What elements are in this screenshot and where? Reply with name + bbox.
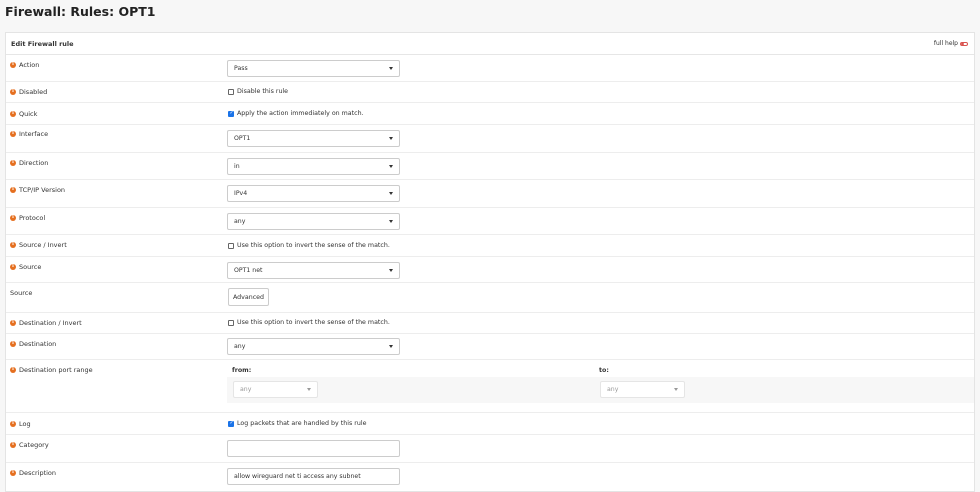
category-input[interactable] — [227, 440, 400, 457]
category-label: i Category — [10, 441, 49, 449]
info-icon[interactable]: i — [10, 215, 16, 221]
row-action: i Action Pass — [6, 55, 974, 82]
quick-label: i Quick — [10, 110, 37, 118]
destination-invert-label: i Destination / Invert — [10, 319, 82, 327]
full-help-toggle[interactable]: full help — [934, 40, 968, 47]
chevron-down-icon — [389, 165, 393, 168]
info-icon[interactable]: i — [10, 89, 16, 95]
row-direction: i Direction in — [6, 153, 974, 180]
row-quick: iQuick Apply the action immediately on m… — [6, 103, 974, 125]
chevron-down-icon — [389, 137, 393, 140]
full-help-label: full help — [933, 40, 958, 47]
panel-title: Edit Firewall rule — [11, 39, 74, 48]
destination-select[interactable]: any — [227, 338, 400, 355]
quick-checkbox[interactable]: Apply the action immediately on match. — [228, 110, 364, 117]
row-interface: i Interface OPT1 — [6, 125, 974, 153]
chevron-down-icon — [389, 345, 393, 348]
row-source-advanced: Source Advanced — [6, 283, 974, 313]
tcpip-select[interactable]: IPv4 — [227, 185, 400, 202]
tcpip-label: i TCP/IP Version — [10, 186, 65, 194]
protocol-label: i Protocol — [10, 214, 45, 222]
chevron-down-icon — [307, 388, 311, 391]
info-icon[interactable]: i — [10, 442, 16, 448]
info-icon[interactable]: i — [10, 242, 16, 248]
checkbox-unchecked[interactable] — [228, 319, 234, 326]
action-label: i Action — [10, 61, 39, 69]
checkbox-unchecked[interactable] — [228, 88, 234, 95]
row-tcpip-version: i TCP/IP Version IPv4 — [6, 180, 974, 208]
port-to-label: to: — [599, 367, 609, 374]
source-invert-checkbox[interactable]: Use this option to invert the sense of t… — [228, 242, 390, 249]
info-icon[interactable]: i — [10, 421, 16, 427]
disabled-checkbox[interactable]: Disable this rule — [228, 88, 288, 95]
info-icon[interactable]: i — [10, 367, 16, 373]
direction-label: i Direction — [10, 159, 48, 167]
toggle-off-icon[interactable] — [960, 41, 968, 46]
chevron-down-icon — [674, 388, 678, 391]
checkbox-unchecked[interactable] — [228, 242, 234, 249]
checkbox-checked[interactable] — [228, 420, 234, 427]
info-icon[interactable]: i — [10, 470, 16, 476]
row-destination-port-range: i Destination port range from: to: any an… — [6, 360, 974, 413]
interface-label: i Interface — [10, 130, 48, 138]
chevron-down-icon — [389, 192, 393, 195]
direction-select[interactable]: in — [227, 158, 400, 175]
source-advanced-label: Source — [10, 289, 33, 297]
info-icon[interactable]: i — [10, 341, 16, 347]
info-icon[interactable]: i — [10, 111, 16, 117]
info-icon[interactable]: i — [10, 320, 16, 326]
row-destination: i Destination any — [6, 334, 974, 360]
source-select[interactable]: OPT1 net — [227, 262, 400, 279]
source-label: i Source — [10, 263, 41, 271]
advanced-button[interactable]: Advanced — [228, 288, 269, 306]
info-icon[interactable]: i — [10, 131, 16, 137]
page-title: Firewall: Rules: OPT1 — [5, 4, 156, 19]
row-protocol: i Protocol any — [6, 208, 974, 235]
chevron-down-icon — [389, 269, 393, 272]
log-checkbox[interactable]: Log packets that are handled by this rul… — [228, 420, 366, 427]
disabled-label: i Disabled — [10, 88, 47, 96]
description-input[interactable]: allow wireguard net ti access any subnet — [227, 468, 400, 485]
row-disabled: i Disabled Disable this rule — [6, 82, 974, 103]
edit-rule-panel: Edit Firewall rule full help i Action Pas… — [5, 32, 975, 492]
row-destination-invert: i Destination / Invert Use this option to… — [6, 313, 974, 334]
port-to-select[interactable]: any — [600, 381, 685, 398]
row-log: iLog Log packets that are handled by thi… — [6, 413, 974, 435]
description-label: i Description — [10, 469, 56, 477]
info-icon[interactable]: i — [10, 264, 16, 270]
port-from-select[interactable]: any — [233, 381, 318, 398]
row-description: i Description allow wireguard net ti acce… — [6, 463, 974, 491]
chevron-down-icon — [389, 220, 393, 223]
source-invert-label: i Source / Invert — [10, 241, 67, 249]
panel-header: Edit Firewall rule full help — [6, 33, 974, 55]
interface-select[interactable]: OPT1 — [227, 130, 400, 147]
destination-label: i Destination — [10, 340, 56, 348]
protocol-select[interactable]: any — [227, 213, 400, 230]
row-source: i Source OPT1 net — [6, 257, 974, 283]
destination-invert-checkbox[interactable]: Use this option to invert the sense of t… — [228, 319, 390, 326]
port-from-label: from: — [232, 367, 252, 374]
info-icon[interactable]: i — [10, 160, 16, 166]
info-icon[interactable]: i — [10, 62, 16, 68]
chevron-down-icon — [389, 67, 393, 70]
log-label: i Log — [10, 420, 31, 428]
info-icon[interactable]: i — [10, 187, 16, 193]
action-select[interactable]: Pass — [227, 60, 400, 77]
row-source-invert: i Source / Invert Use this option to inve… — [6, 235, 974, 257]
destination-port-range-label: i Destination port range — [10, 366, 93, 374]
row-category: i Category — [6, 435, 974, 463]
checkbox-checked[interactable] — [228, 110, 234, 117]
